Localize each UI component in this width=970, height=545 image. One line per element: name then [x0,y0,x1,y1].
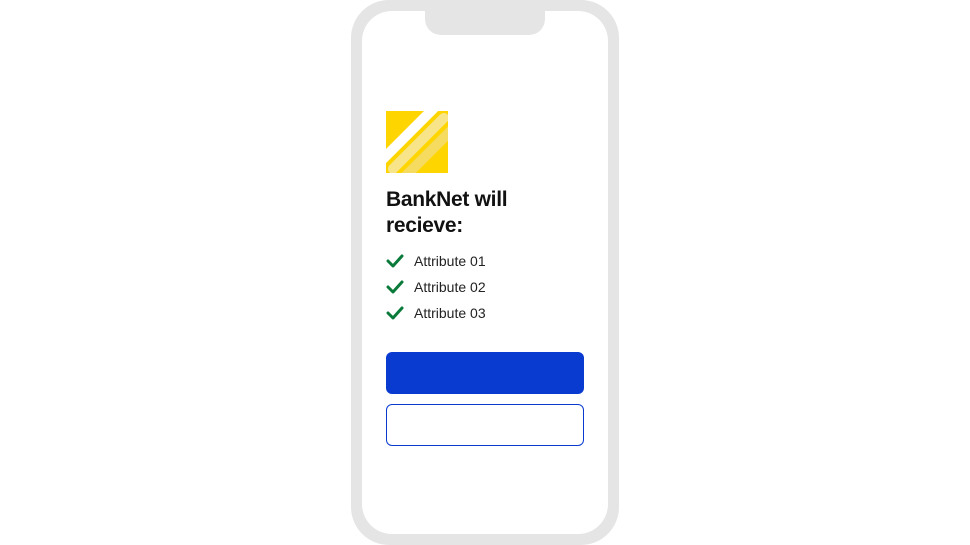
check-icon [386,304,404,322]
phone-notch [425,11,545,35]
primary-button[interactable] [386,352,584,394]
consent-heading: BankNet will recieve: [386,187,584,240]
attribute-label: Attribute 02 [414,279,486,295]
phone-screen: BankNet will recieve: Attribute 01 Attri… [362,11,608,534]
phone-frame: BankNet will recieve: Attribute 01 Attri… [351,0,619,545]
attribute-label: Attribute 03 [414,305,486,321]
check-icon [386,278,404,296]
consent-content: BankNet will recieve: Attribute 01 Attri… [362,11,608,446]
secondary-button[interactable] [386,404,584,446]
banknet-app-icon [386,111,448,173]
check-icon [386,252,404,270]
list-item: Attribute 02 [386,278,584,296]
list-item: Attribute 01 [386,252,584,270]
attribute-list: Attribute 01 Attribute 02 Attribute 03 [386,252,584,322]
list-item: Attribute 03 [386,304,584,322]
attribute-label: Attribute 01 [414,253,486,269]
button-group [386,352,584,446]
